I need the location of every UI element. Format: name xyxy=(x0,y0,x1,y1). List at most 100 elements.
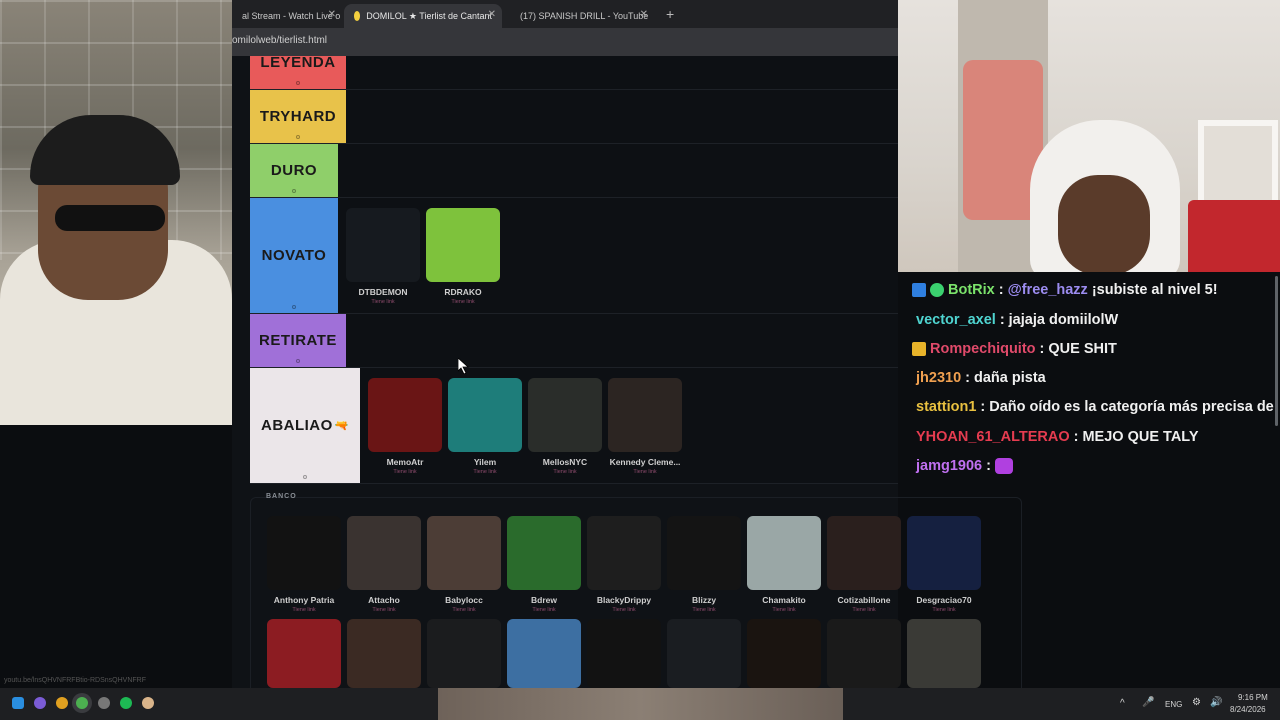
chat-username[interactable]: YHOAN_61_ALTERAO xyxy=(916,429,1070,445)
banco-artist-card[interactable] xyxy=(427,619,501,688)
artist-card[interactable]: MellosNYC Tiene link xyxy=(528,378,602,475)
artist-link-label[interactable]: Tiene link xyxy=(907,607,981,613)
artist-photo xyxy=(426,208,500,282)
clock-date[interactable]: 8/24/2026 xyxy=(1230,705,1266,714)
chat-username[interactable]: vector_axel xyxy=(916,312,996,328)
chat-message: Rompechiquito : QUE SHIT xyxy=(912,338,1117,360)
tier-label-text: RETIRATE xyxy=(259,332,337,349)
chat-username[interactable]: BotRix xyxy=(948,282,995,298)
drag-handle-icon[interactable] xyxy=(296,81,300,85)
banco-artist-card[interactable]: Babylocc Tiene link xyxy=(427,516,501,613)
artist-link-label[interactable]: Tiene link xyxy=(448,469,522,475)
tier-label[interactable]: ABALIAO 🔫 xyxy=(250,368,360,483)
drag-handle-icon[interactable] xyxy=(296,359,300,363)
artist-name: Kennedy Cleme... xyxy=(609,457,681,467)
settings-icon[interactable]: ⚙ xyxy=(1192,697,1201,708)
chat-username[interactable]: jh2310 xyxy=(916,370,961,386)
banco-artist-card[interactable] xyxy=(347,619,421,688)
artist-card[interactable]: DTBDEMON Tiene link xyxy=(346,208,420,305)
banco-artist-card[interactable] xyxy=(507,619,581,688)
banco-artist-card[interactable] xyxy=(747,619,821,688)
drag-handle-icon[interactable] xyxy=(292,189,296,193)
artist-link-label[interactable]: Tiene link xyxy=(346,299,420,305)
close-icon[interactable]: ✕ xyxy=(328,9,336,20)
artist-link-label[interactable]: Tiene link xyxy=(347,607,421,613)
chrome-icon[interactable] xyxy=(56,697,68,709)
tab-label: (17) SPANISH DRILL - YouTube xyxy=(520,11,649,21)
close-icon[interactable]: ✕ xyxy=(640,9,648,20)
banco-artist-card[interactable]: BlackyDrippy Tiene link xyxy=(587,516,661,613)
chevron-up-icon[interactable]: ^ xyxy=(1120,698,1125,709)
prime-badge-icon xyxy=(912,283,926,297)
banco-artist-card[interactable]: Desgraciao70 Tiene link xyxy=(907,516,981,613)
app-icon[interactable] xyxy=(142,697,154,709)
drag-handle-icon[interactable] xyxy=(296,135,300,139)
tier-label[interactable]: NOVATO xyxy=(250,198,338,313)
artist-card[interactable]: Kennedy Cleme... Tiene link xyxy=(608,378,682,475)
artist-photo xyxy=(587,619,661,688)
address-bar[interactable]: omilolweb/tierlist.html xyxy=(232,28,898,56)
artist-card[interactable]: RDRAKO Tiene link xyxy=(426,208,500,305)
bed xyxy=(1188,200,1280,272)
tier-row-duro: DURO xyxy=(250,144,898,198)
artist-link-label[interactable]: Tiene link xyxy=(368,469,442,475)
streamer-sunglasses xyxy=(55,205,165,231)
banco-artist-card[interactable] xyxy=(667,619,741,688)
artist-link-label[interactable]: Tiene link xyxy=(507,607,581,613)
chat-username[interactable]: jamg1906 xyxy=(916,458,982,474)
volume-icon[interactable]: 🔊 xyxy=(1210,697,1222,708)
language-indicator[interactable]: ENG xyxy=(1165,700,1182,709)
webcam-left xyxy=(0,0,232,425)
banco-artist-card[interactable] xyxy=(827,619,901,688)
artist-link-label[interactable]: Tiene link xyxy=(528,469,602,475)
chat-username[interactable]: stattion1 xyxy=(916,399,976,415)
banco-artist-card[interactable] xyxy=(907,619,981,688)
chrome-active-icon[interactable] xyxy=(76,697,88,709)
artist-link-label[interactable]: Tiene link xyxy=(747,607,821,613)
artist-card[interactable]: MemoAtr Tiene link xyxy=(368,378,442,475)
spotify-icon[interactable] xyxy=(120,697,132,709)
tab-kick-stream[interactable]: al Stream - Watch Live o ✕ xyxy=(232,4,342,28)
clock-time[interactable]: 9:16 PM xyxy=(1238,693,1268,702)
url-text[interactable]: omilolweb/tierlist.html xyxy=(232,35,327,46)
tier-label[interactable]: LEYENDA xyxy=(250,54,346,89)
crown-badge-icon xyxy=(912,342,926,356)
obs-icon[interactable] xyxy=(98,697,110,709)
tier-label[interactable]: TRYHARD xyxy=(250,90,346,143)
artist-name: RDRAKO xyxy=(444,287,482,297)
chat-message: stattion1 : Daño oído es la categoría má… xyxy=(916,399,1274,415)
tier-label[interactable]: DURO xyxy=(250,144,338,197)
discord-icon[interactable] xyxy=(34,697,46,709)
banco-artist-card[interactable]: Anthony Patria Tiene link xyxy=(267,516,341,613)
banco-artist-card[interactable]: Bdrew Tiene link xyxy=(507,516,581,613)
banco-artist-card[interactable] xyxy=(267,619,341,688)
artist-link-label[interactable]: Tiene link xyxy=(427,607,501,613)
microphone-icon[interactable]: 🎤 xyxy=(1142,697,1154,708)
drag-handle-icon[interactable] xyxy=(303,475,307,479)
artist-link-label[interactable]: Tiene link xyxy=(667,607,741,613)
banco-artist-card[interactable]: Attacho Tiene link xyxy=(347,516,421,613)
artist-link-label[interactable]: Tiene link xyxy=(587,607,661,613)
tier-row-leyenda: LEYENDA xyxy=(250,54,898,90)
tier-label[interactable]: RETIRATE xyxy=(250,314,346,367)
gun-emoji-icon: 🔫 xyxy=(334,420,350,432)
tab-tierlist[interactable]: DOMILOL ★ Tierlist de Cantant ✕ xyxy=(344,4,502,28)
artist-link-label[interactable]: Tiene link xyxy=(608,469,682,475)
banco-artist-card[interactable]: Chamakito Tiene link xyxy=(747,516,821,613)
windows-start-icon[interactable] xyxy=(12,697,24,709)
artist-card[interactable]: Yilem Tiene link xyxy=(448,378,522,475)
banco-artist-card[interactable]: Blizzy Tiene link xyxy=(667,516,741,613)
banco-artist-card[interactable]: Cotizabillone Tiene link xyxy=(827,516,901,613)
chat-username[interactable]: Rompechiquito xyxy=(930,341,1036,357)
drag-handle-icon[interactable] xyxy=(292,305,296,309)
tab-youtube[interactable]: (17) SPANISH DRILL - YouTube ✕ xyxy=(504,4,654,28)
tier-row-abaliao: ABALIAO 🔫 MemoAtr Tiene link Yilem Tiene link… xyxy=(250,368,898,484)
artist-link-label[interactable]: Tiene link xyxy=(827,607,901,613)
artist-link-label[interactable]: Tiene link xyxy=(267,607,341,613)
new-tab-icon[interactable]: + xyxy=(666,6,674,22)
artist-link-label[interactable]: Tiene link xyxy=(426,299,500,305)
chat-scrollbar[interactable] xyxy=(1275,276,1278,426)
banco-artist-card[interactable] xyxy=(587,619,661,688)
chat-mention[interactable]: @free_hazz xyxy=(1008,282,1088,298)
close-icon[interactable]: ✕ xyxy=(488,9,496,20)
